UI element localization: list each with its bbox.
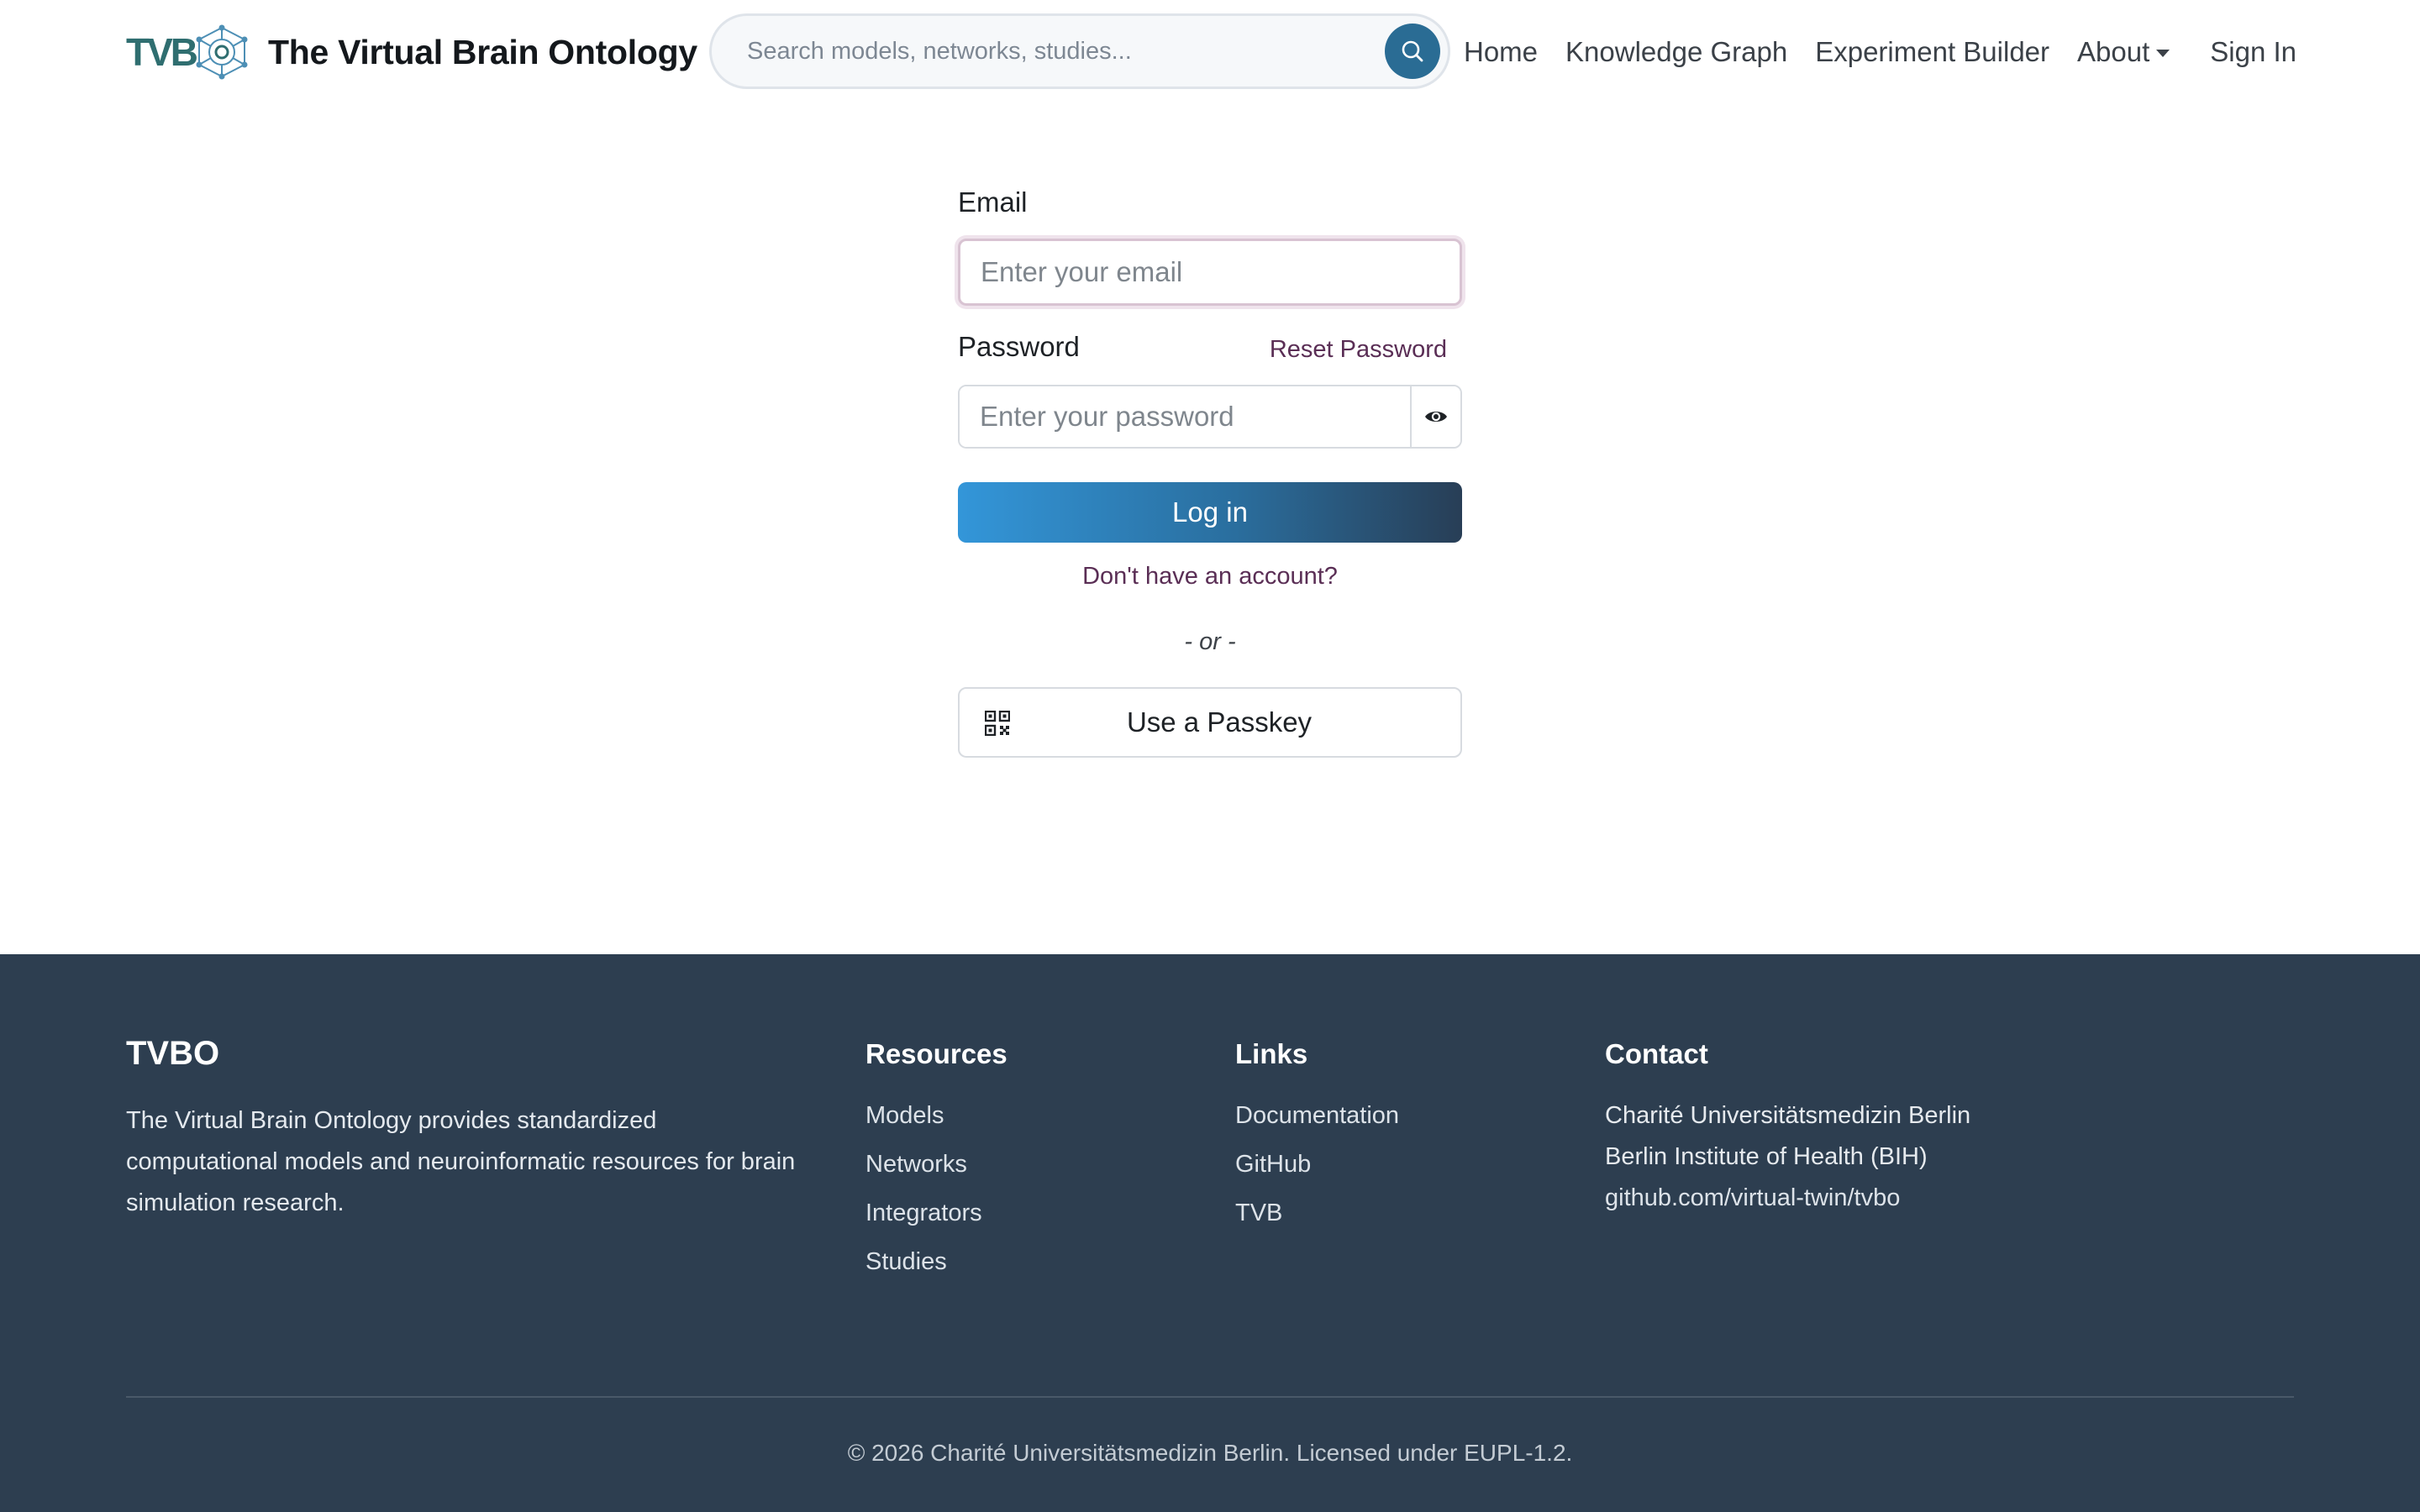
password-field[interactable]	[960, 386, 1410, 447]
footer-link-networks[interactable]: Networks	[865, 1147, 1007, 1196]
footer-link-integrators[interactable]: Integrators	[865, 1196, 1007, 1245]
nav-home[interactable]: Home	[1464, 36, 1538, 68]
footer-contact-heading: Contact	[1605, 1038, 1708, 1069]
site-title: The Virtual Brain Ontology	[268, 32, 697, 71]
passkey-button-label: Use a Passkey	[1126, 706, 1313, 738]
email-label: Email	[958, 186, 1028, 218]
chevron-down-icon	[2156, 49, 2170, 57]
qr-code-icon	[985, 711, 1010, 736]
nav-about-label: About	[2077, 36, 2150, 67]
email-field[interactable]	[958, 239, 1462, 306]
passkey-button[interactable]: Use a Passkey	[958, 687, 1462, 758]
footer-contact-line: Berlin Institute of Health (BIH)	[1605, 1143, 1928, 1170]
search-icon	[1402, 40, 1423, 62]
footer-link-tvb[interactable]: TVB	[1235, 1196, 1399, 1245]
footer-resources-heading: Resources	[865, 1038, 1007, 1069]
sign-in-link[interactable]: Sign In	[2210, 36, 2296, 68]
footer-contact-repo-link[interactable]: github.com/virtual-twin/tvbo	[1605, 1181, 1970, 1222]
footer-contact: Contact Charité Universitätsmedizin Berl…	[1605, 1035, 1970, 1222]
footer-link-studies[interactable]: Studies	[865, 1245, 1007, 1294]
footer-description: The Virtual Brain Ontology provides stan…	[126, 1107, 796, 1216]
nav-experiment-builder[interactable]: Experiment Builder	[1815, 36, 2049, 68]
top-navbar: TVB The Virtual Brain Ontology Search mo…	[0, 0, 2420, 104]
footer-link-github[interactable]: GitHub	[1235, 1147, 1399, 1196]
search-bar	[709, 13, 1450, 89]
or-separator: - or -	[1184, 628, 1236, 655]
brand-link[interactable]: TVB The Virtual Brain Ontology	[126, 24, 697, 81]
footer-divider	[126, 1396, 2294, 1398]
password-input-group	[958, 385, 1462, 449]
search-button[interactable]	[1385, 24, 1440, 79]
login-button[interactable]: Log in	[958, 482, 1462, 543]
brand-logo-text: TVB	[126, 30, 198, 74]
nav-about-dropdown[interactable]: About	[2077, 36, 2170, 68]
main-nav: Home Knowledge Graph Experiment Builder …	[1464, 24, 2296, 81]
footer-link-models[interactable]: Models	[865, 1099, 1007, 1147]
footer-resources: Resources Models Networks Integrators St…	[865, 1035, 1007, 1294]
footer-copyright: © 2026 Charité Universitätsmedizin Berli…	[847, 1440, 1573, 1466]
footer-links-heading: Links	[1235, 1038, 1308, 1069]
footer-contact-line: Charité Universitätsmedizin Berlin	[1605, 1102, 1971, 1129]
reset-password-link[interactable]: Reset Password	[1270, 336, 1447, 364]
search-input[interactable]	[712, 16, 1385, 87]
password-label: Password	[958, 331, 1080, 362]
footer-brand: TVBO	[126, 1035, 220, 1072]
site-footer: TVBO The Virtual Brain Ontology provides…	[0, 954, 2420, 1512]
brand-logo: TVB	[126, 24, 250, 80]
eye-icon	[1425, 412, 1447, 422]
footer-link-documentation[interactable]: Documentation	[1235, 1099, 1399, 1147]
signup-link[interactable]: Don't have an account?	[958, 563, 1462, 591]
nav-knowledge-graph[interactable]: Knowledge Graph	[1565, 36, 1787, 68]
brain-network-logo-icon	[196, 24, 248, 80]
toggle-password-visibility-button[interactable]	[1410, 386, 1460, 447]
footer-links: Links Documentation GitHub TVB	[1235, 1035, 1399, 1245]
